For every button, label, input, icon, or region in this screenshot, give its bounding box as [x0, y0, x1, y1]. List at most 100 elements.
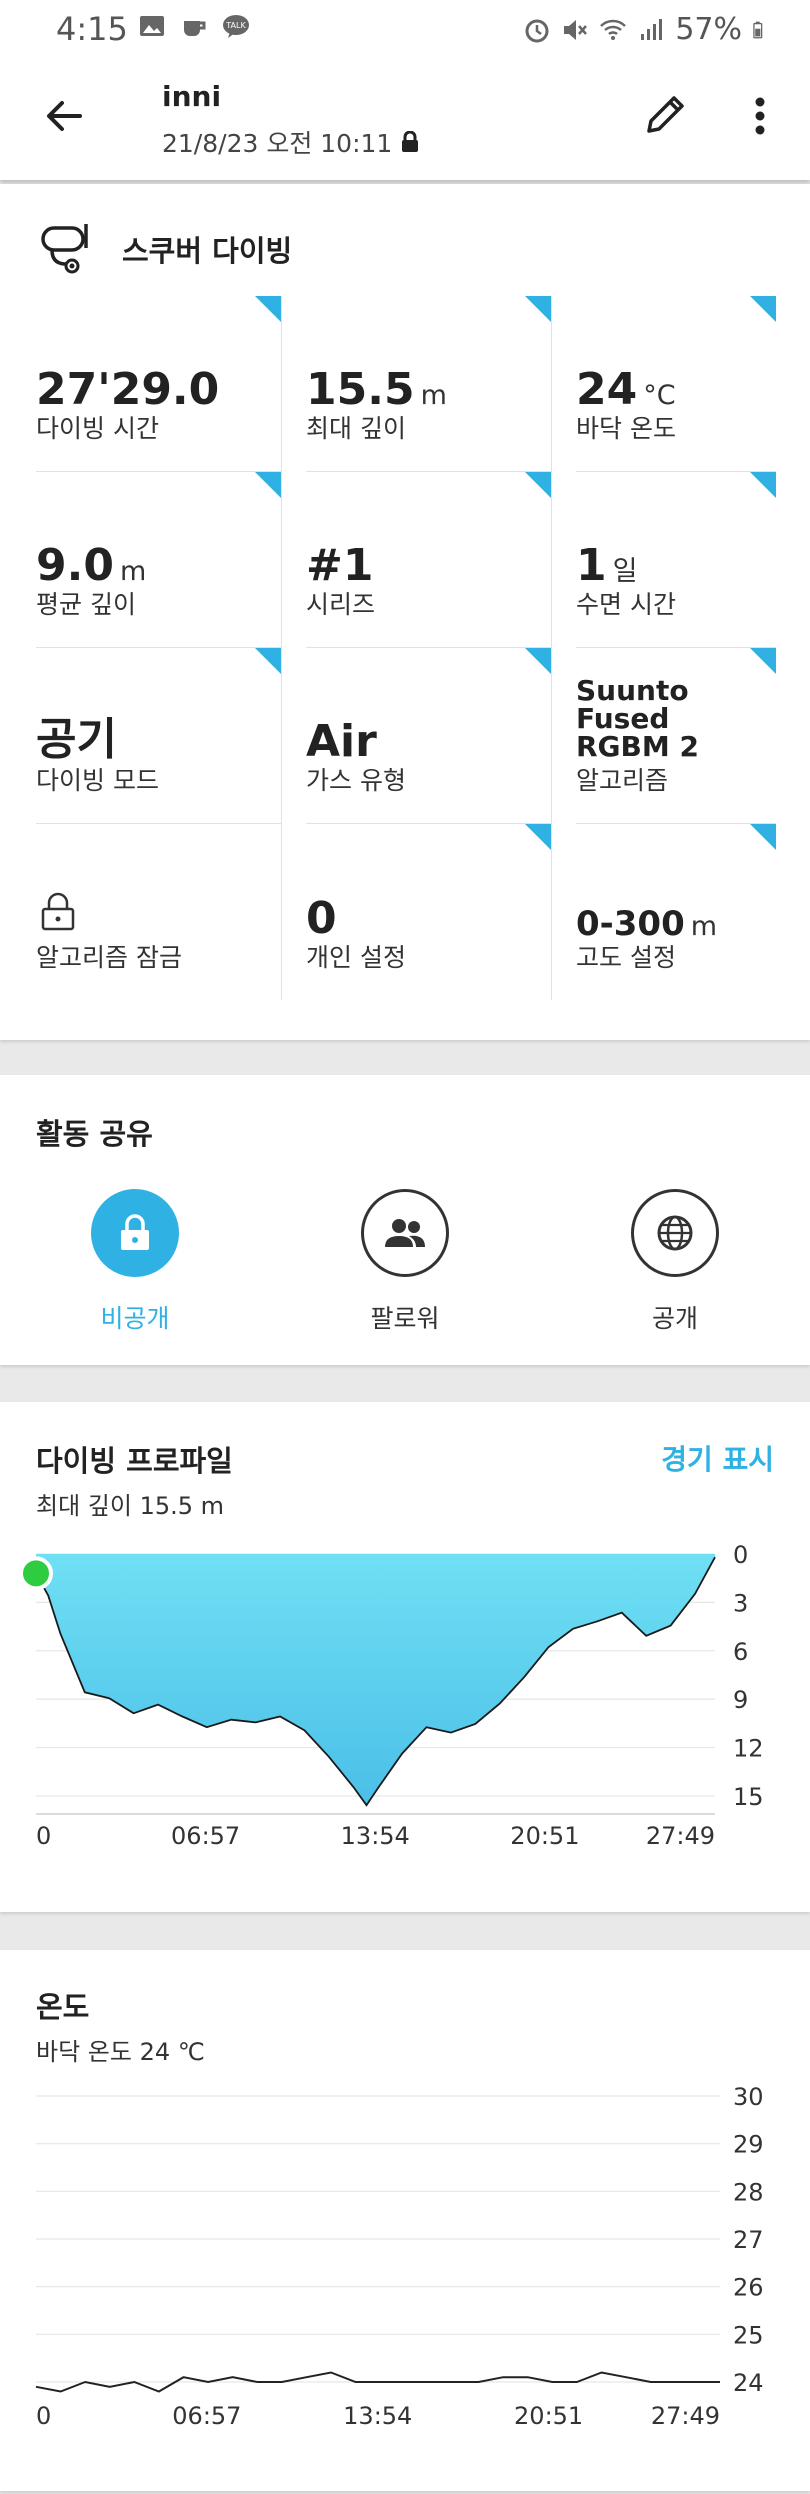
share-option-label: 비공개: [100, 1304, 170, 1333]
stat-label: 다이빙 모드: [36, 766, 159, 795]
stat-value: 공기: [36, 714, 117, 765]
private-button[interactable]: [91, 1189, 179, 1277]
corner-indicator: [525, 472, 551, 498]
stat-dive-time[interactable]: 27'29.0 다이빙 시간: [36, 296, 282, 472]
y-tick-label: 29: [733, 2131, 764, 2159]
datetime-text: 21/8/23 오전 10:11: [162, 129, 393, 158]
notification-icons: TALK: [138, 12, 250, 40]
y-tick-label: 6: [733, 1638, 748, 1666]
stat-gas-type[interactable]: Air 가스 유형: [306, 648, 552, 824]
profile-title: 다이빙 프로파일: [36, 1444, 233, 1478]
stat-value: Air: [306, 716, 377, 767]
edit-pencil-icon[interactable]: [640, 88, 692, 140]
activity-share-card: 활동 공유 비공개 팔로워 공개: [0, 1075, 810, 1365]
temp-title: 온도: [36, 1990, 90, 2024]
x-tick-label: 13:54: [341, 1822, 410, 1850]
y-tick-label: 3: [733, 1589, 748, 1617]
stat-personal-setting[interactable]: 0 개인 설정: [306, 824, 552, 1000]
lock-icon: [402, 131, 419, 152]
public-button[interactable]: [631, 1189, 719, 1277]
corner-indicator: [255, 648, 281, 674]
page-title: inni: [162, 80, 222, 113]
stat-dive-mode[interactable]: 공기 다이빙 모드: [36, 648, 282, 824]
sport-label: 스쿠버 다이빙: [122, 234, 293, 268]
stats-grid: 27'29.0 다이빙 시간 15.5 m 최대 깊이 24 °C 바닥 온도 9.0 m 평…: [36, 296, 776, 1000]
mute-icon: [564, 19, 588, 40]
globe-icon: [657, 1215, 693, 1251]
x-tick-label: 06:57: [172, 2402, 241, 2430]
corner-indicator: [750, 296, 776, 322]
y-tick-label: 15: [733, 1783, 764, 1811]
stat-label: 최대 깊이: [306, 414, 406, 443]
x-tick-label: 06:57: [171, 1822, 240, 1850]
y-tick-label: 25: [733, 2321, 764, 2349]
show-race-link[interactable]: 경기 표시: [661, 1438, 774, 1478]
y-tick-label: 26: [733, 2274, 764, 2302]
x-tick-label: 20:51: [514, 2402, 583, 2430]
y-tick-label: 12: [733, 1735, 764, 1763]
lock-icon: [41, 892, 75, 931]
dive-start-marker: [19, 1556, 53, 1591]
stat-unit: m: [119, 556, 147, 587]
stat-value: 15.5: [306, 364, 415, 415]
corner-indicator: [255, 472, 281, 498]
stat-altitude-setting[interactable]: 0-300 m 고도 설정: [576, 824, 776, 1000]
x-tick-label: 13:54: [343, 2402, 412, 2430]
stat-bottom-temp[interactable]: 24 °C 바닥 온도: [576, 296, 776, 472]
x-tick-label: 27:49: [651, 2402, 720, 2430]
stat-label: 알고리즘: [576, 766, 669, 795]
system-status: 57%: [523, 12, 770, 47]
sport-header: 스쿠버 다이빙: [38, 220, 292, 278]
stat-value: 9.0: [36, 540, 114, 591]
x-tick-label: 27:49: [646, 1822, 715, 1850]
followers-button[interactable]: [361, 1189, 449, 1277]
x-tick-label: 0: [36, 1822, 51, 1850]
temperature-chart[interactable]: 30 29 28 27 26 25 24 0 06:57 13:54 20:51 27:49: [0, 2074, 810, 2494]
stat-unit: 일: [612, 556, 638, 587]
stat-label: 가스 유형: [306, 766, 406, 795]
stat-value: #1: [306, 540, 374, 591]
stat-value: 27'29.0: [36, 364, 220, 415]
stat-label: 바닥 온도: [576, 414, 676, 443]
stat-label: 개인 설정: [306, 943, 406, 972]
stat-avg-depth[interactable]: 9.0 m 평균 깊이: [36, 472, 282, 648]
battery-icon: [753, 21, 763, 38]
stat-value: 0: [306, 893, 337, 944]
talk-icon: TALK: [223, 15, 249, 38]
y-tick-label: 24: [733, 2369, 764, 2397]
stat-surface-time[interactable]: 1 일 수면 시간: [576, 472, 776, 648]
share-option-followers[interactable]: 팔로워: [335, 1189, 475, 1335]
share-option-private[interactable]: 비공개: [65, 1189, 205, 1335]
status-time: 4:15: [56, 10, 128, 48]
alarm-icon: [525, 19, 549, 42]
dive-summary-card: 스쿠버 다이빙 27'29.0 다이빙 시간 15.5 m 최대 깊이 24 °C 바닥 …: [0, 184, 810, 1040]
dive-profile-card: 다이빙 프로파일 경기 표시 최대 깊이 15.5 m 0 3 6 9 12 15 0 06:…: [0, 1402, 810, 1912]
corner-indicator: [750, 824, 776, 850]
stat-label: 시리즈: [306, 590, 376, 619]
stat-max-depth[interactable]: 15.5 m 최대 깊이: [306, 296, 552, 472]
stat-algorithm-lock: 알고리즘 잠금: [36, 824, 282, 1000]
y-tick-label: 30: [733, 2083, 764, 2111]
y-tick-label: 0: [733, 1541, 748, 1569]
corner-indicator: [525, 648, 551, 674]
profile-subtitle: 최대 깊이 15.5 m: [36, 1492, 225, 1520]
lock-icon: [121, 1214, 149, 1250]
corner-indicator: [750, 648, 776, 674]
temp-subtitle: 바닥 온도 24 ℃: [36, 2038, 205, 2066]
stat-algorithm[interactable]: Suunto Fused RGBM 2 알고리즘: [576, 648, 776, 824]
temperature-card: 온도 바닥 온도 24 ℃ 30 29 28 27 26 25 24 0 06:57 13:54 2…: [0, 1950, 810, 2491]
share-title: 활동 공유: [36, 1117, 153, 1151]
back-arrow-icon[interactable]: [40, 92, 88, 140]
stat-series[interactable]: #1 시리즈: [306, 472, 552, 648]
y-tick-label: 9: [733, 1686, 748, 1714]
wifi-icon: [600, 19, 627, 40]
y-tick-label: 27: [733, 2226, 764, 2254]
stat-label: 고도 설정: [576, 943, 676, 972]
more-vert-icon[interactable]: [744, 90, 776, 142]
signal-icon: [641, 18, 663, 40]
depth-profile-chart[interactable]: 0 3 6 9 12 15 0 06:57 13:54 20:51 27:49: [0, 1522, 810, 1902]
stat-label: 알고리즘 잠금: [36, 943, 182, 972]
stat-label: 다이빙 시간: [36, 414, 159, 443]
stat-label: 수면 시간: [576, 590, 676, 619]
share-option-public[interactable]: 공개: [605, 1189, 745, 1335]
